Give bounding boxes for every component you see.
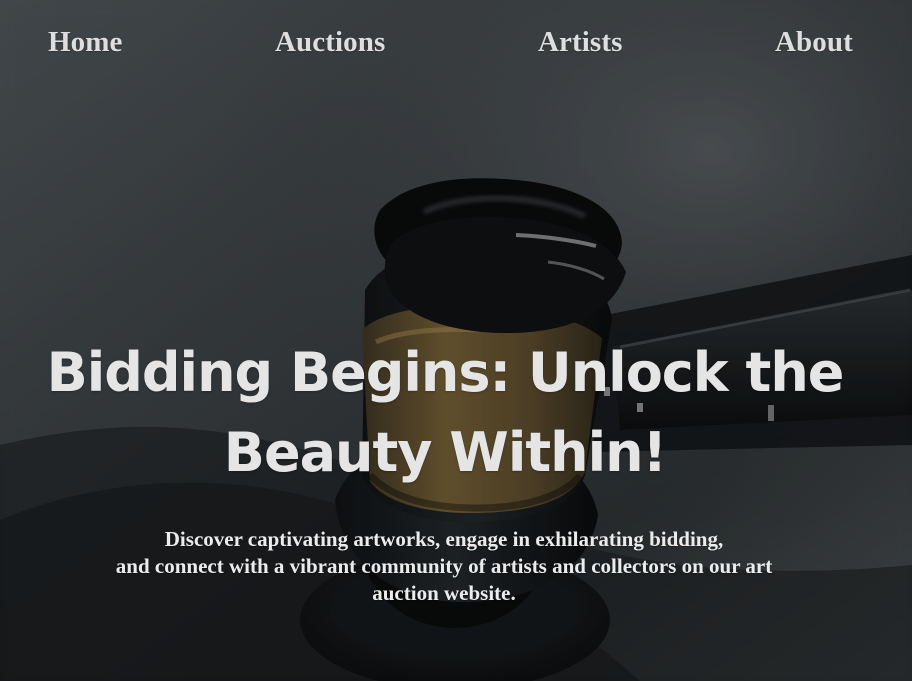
hero-description: Discover captivating artworks, engage in… <box>50 526 838 607</box>
hero-description-line: Discover captivating artworks, engage in… <box>164 527 724 551</box>
top-navigation: Home Auctions Artists About <box>0 0 912 86</box>
nav-link-about[interactable]: About <box>775 26 853 59</box>
landing-page: Home Auctions Artists About Bidding Begi… <box>0 0 912 681</box>
hero-title: Bidding Begins: Unlock the Beauty Within… <box>46 341 845 484</box>
nav-link-artists[interactable]: Artists <box>538 26 622 59</box>
nav-link-home[interactable]: Home <box>48 26 123 59</box>
hero-description-line: and connect with a vibrant community of … <box>115 554 773 578</box>
hero-description-line: auction website. <box>372 581 516 605</box>
nav-link-auctions[interactable]: Auctions <box>275 26 385 59</box>
